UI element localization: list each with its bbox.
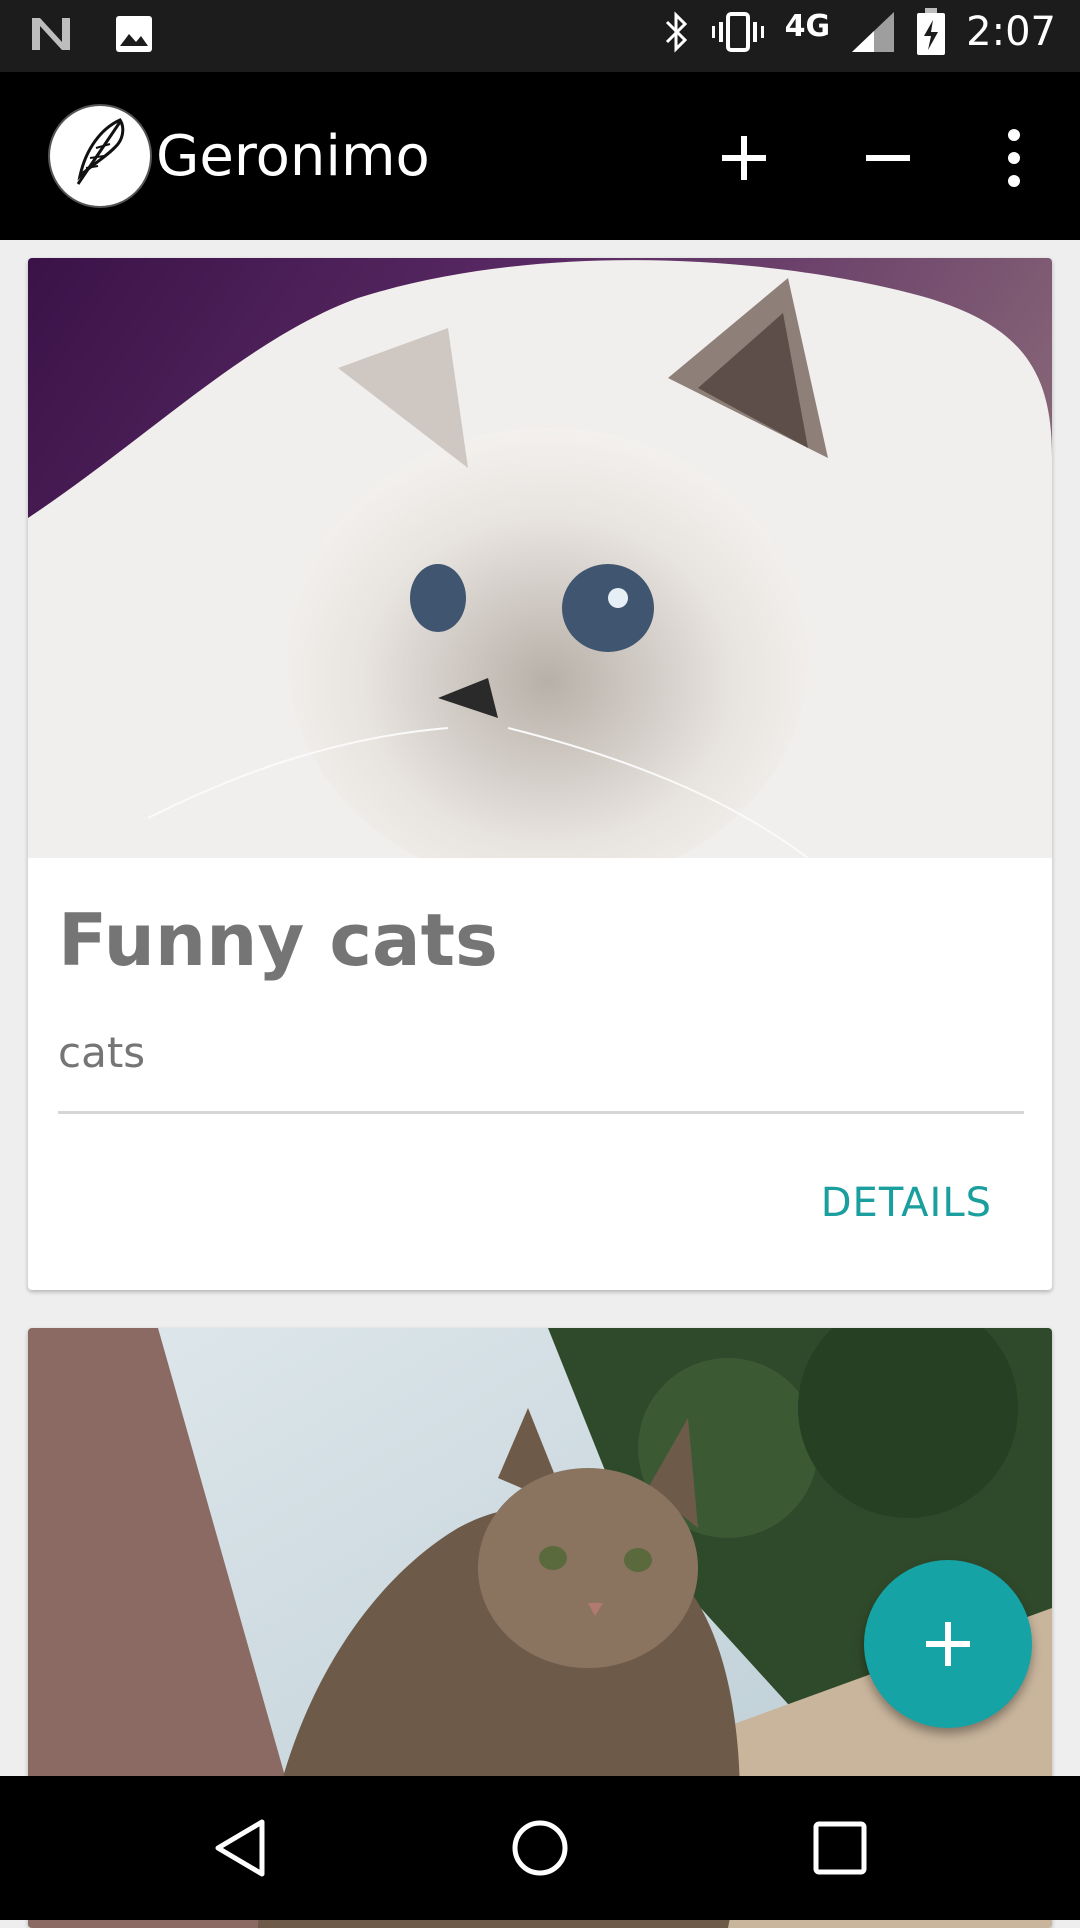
white-cat-photo (28, 258, 1052, 858)
app-bar: Geronimo (0, 72, 1080, 240)
feather-logo-icon[interactable] (48, 104, 152, 208)
notification-n-icon (32, 18, 70, 50)
card-title: Funny cats (58, 898, 498, 982)
plus-icon[interactable] (704, 118, 784, 198)
plus-icon (926, 1622, 970, 1666)
image-icon (116, 16, 152, 52)
card-subtitle: cats (58, 1028, 146, 1077)
add-fab-button[interactable] (864, 1560, 1032, 1728)
app-title: Geronimo (156, 124, 430, 189)
bluetooth-icon (665, 11, 687, 53)
navigation-bar (0, 1776, 1080, 1920)
vibrate-icon (711, 12, 764, 52)
home-icon[interactable] (500, 1808, 580, 1888)
details-button[interactable]: DETAILS (821, 1180, 992, 1226)
back-icon[interactable] (200, 1808, 280, 1888)
status-bar: 4G 2:07 (0, 0, 1080, 72)
signal-icon (852, 12, 895, 52)
card-divider (58, 1111, 1024, 1114)
network-type: 4G (784, 8, 831, 44)
minus-icon[interactable] (848, 118, 928, 198)
recents-icon[interactable] (800, 1808, 880, 1888)
post-card[interactable]: Funny cats cats DETAILS (28, 258, 1052, 1290)
more-vert-icon[interactable] (974, 118, 1054, 198)
battery-charging-icon (917, 8, 946, 55)
status-time: 2:07 (966, 9, 1056, 55)
